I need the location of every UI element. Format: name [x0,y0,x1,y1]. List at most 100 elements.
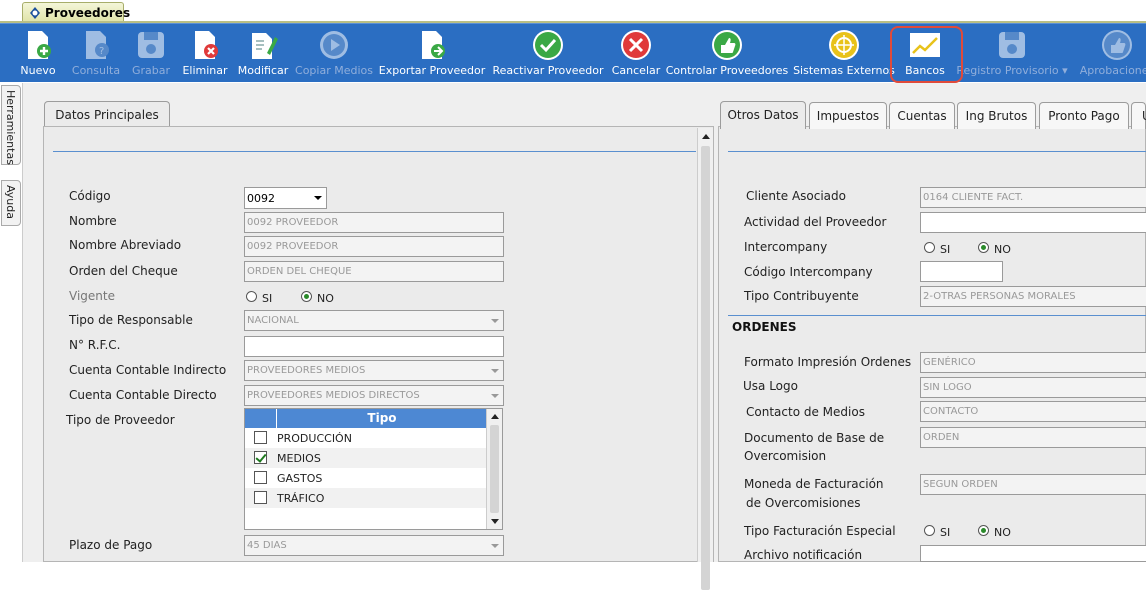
cuenta-indirecto-select[interactable]: PROVEEDORES MEDIOS [244,360,504,381]
actividad-field[interactable] [920,212,1146,233]
edit-document-icon [252,33,278,59]
tipo-contribuyente-label: Tipo Contribuyente [744,289,859,303]
rfc-field[interactable] [244,336,504,357]
tipo-facturacion-si-radio[interactable] [924,525,935,536]
tipo-responsable-label: Tipo de Responsable [69,313,193,327]
cuenta-directo-label: Cuenta Contable Directo [69,388,217,402]
exportar-proveedor-button[interactable]: Exportar Proveedor [379,24,485,82]
usa-logo-field[interactable]: SIN LOGO [920,377,1146,398]
cancelar-button[interactable]: Cancelar [612,24,660,82]
tab-pronto-pago[interactable]: Pronto Pago [1039,102,1129,129]
nombre-field[interactable]: 0092 PROVEEDOR [244,212,504,233]
tipo-row-checkbox[interactable] [254,431,267,444]
intercompany-si-label: SI [940,243,951,256]
tipo-responsable-select[interactable]: NACIONAL [244,310,504,331]
codigo-value: 0092 [247,192,275,205]
vigente-no-label: NO [317,292,334,305]
intercompany-no-radio[interactable] [978,242,989,253]
documento-base-field[interactable]: ORDEN [920,427,1146,448]
side-tab-ayuda-label: Ayuda [4,185,17,219]
tipo-contribuyente-field[interactable]: 2-OTRAS PERSONAS MORALES [920,286,1146,307]
nombre-label: Nombre [69,214,117,228]
tipo-facturacion-no-label: NO [994,526,1011,539]
left-panel-separator [53,151,696,152]
moneda-facturacion-field[interactable]: SEGUN ORDEN [920,474,1146,495]
side-tab-ayuda[interactable]: Ayuda [1,180,21,226]
cuenta-directo-dropdown-icon [491,394,499,398]
thumbs-up-icon [712,30,742,60]
codigo-select[interactable]: 0092 [244,187,327,209]
checkmark-icon [533,30,563,60]
plazo-pago-select[interactable]: 45 DIAS [244,535,504,556]
tipo-scroll-thumb[interactable] [490,425,499,513]
tab-impuestos-label: Impuestos [816,109,880,123]
thumbs-up-icon [1102,30,1132,60]
tab-overflow[interactable]: U [1131,102,1146,129]
window-tab-proveedores[interactable]: Proveedores [22,2,130,22]
cuenta-directo-select[interactable]: PROVEEDORES MEDIOS DIRECTOS [244,385,504,406]
play-icon [320,31,348,59]
contacto-medios-field[interactable]: CONTACTO [920,401,1146,422]
cuenta-indirecto-dropdown-icon [491,369,499,373]
tipo-row-checkbox[interactable] [254,471,267,484]
side-tab-herramientas[interactable]: Herramientas [1,85,21,165]
bancos-highlight [890,26,963,83]
tab-cuentas[interactable]: Cuentas [889,102,955,129]
aprobaciones-button[interactable]: Aprobaciones [1080,24,1146,82]
ordenes-separator [728,315,1146,316]
left-scroll-thumb[interactable] [701,146,710,590]
vigente-label: Vigente [69,289,115,303]
exportar-proveedor-label: Exportar Proveedor [378,64,486,77]
tipo-proveedor-label: Tipo de Proveedor [66,413,175,427]
usa-logo-label: Usa Logo [743,379,798,393]
reactivar-proveedor-button[interactable]: Reactivar Proveedor [492,24,604,82]
tab-impuestos[interactable]: Impuestos [809,102,887,129]
save-disk-icon [999,32,1025,58]
scroll-up-arrow-icon[interactable] [702,134,710,139]
tipo-facturacion-label: Tipo Facturación Especial [744,524,896,538]
tab-ing-brutos[interactable]: Ing Brutos [957,102,1036,129]
tipo-row-checkbox[interactable] [254,451,267,464]
tipo-scroll-down-icon[interactable] [491,519,499,524]
actividad-label: Actividad del Proveedor [744,215,887,229]
vigente-si-radio[interactable] [246,291,257,302]
contacto-medios-label: Contacto de Medios [746,405,865,419]
tab-pronto-pago-label: Pronto Pago [1048,109,1120,123]
copiar-medios-button[interactable]: Copiar Medios [295,24,373,82]
formato-impresion-field[interactable]: GENÉRICO [920,352,1146,373]
intercompany-si-radio[interactable] [924,242,935,253]
save-disk-icon [138,32,164,58]
tab-datos-principales[interactable]: Datos Principales [44,101,170,129]
tipo-row[interactable]: TRÁFICO [245,488,486,508]
moneda-facturacion-label-2: de Overcomisiones [746,496,861,510]
right-panel-separator [728,151,1146,152]
cuenta-indirecto-value: PROVEEDORES MEDIOS [247,365,366,376]
tipo-scroll-up-icon[interactable] [491,414,499,419]
registro-provisorio-button[interactable]: Registro Provisorio ▾ [956,24,1068,82]
tipo-grid-scrollbar[interactable] [486,409,502,529]
tipo-facturacion-no-radio[interactable] [978,525,989,536]
controlar-proveedores-button[interactable]: Controlar Proveedores [666,24,788,82]
nombre-abreviado-field[interactable]: 0092 PROVEEDOR [244,236,504,257]
new-document-icon [28,31,51,59]
tipo-grid-check-column [245,409,277,428]
archivo-notificacion-field[interactable] [920,545,1146,562]
codigo-intercompany-field[interactable] [920,261,1003,282]
cliente-asociado-field[interactable]: 0164 CLIENTE FACT. [920,187,1146,208]
orden-cheque-field[interactable]: ORDEN DEL CHEQUE [244,261,504,282]
tipo-row[interactable]: GASTOS [245,468,486,488]
vigente-no-radio[interactable] [301,291,312,302]
tipo-proveedor-grid[interactable]: Tipo PRODUCCIÓN MEDIOS GASTOS TRÁFICO [244,408,503,530]
intercompany-no-label: NO [994,243,1011,256]
plazo-pago-value: 45 DIAS [247,540,287,551]
tipo-row[interactable]: PRODUCCIÓN [245,428,486,448]
tab-otros-datos-label: Otros Datos [727,108,799,122]
toolbar: Nuevo ? Consulta Grabar Eliminar Modific… [0,23,1146,82]
tipo-row-label: PRODUCCIÓN [277,432,352,445]
plazo-pago-label: Plazo de Pago [69,538,153,552]
documento-base-label-1: Documento de Base de [744,431,885,445]
tipo-row[interactable]: MEDIOS [245,448,486,468]
tab-otros-datos[interactable]: Otros Datos [720,101,806,129]
left-panel-scrollbar[interactable] [697,128,713,590]
tipo-row-checkbox[interactable] [254,491,267,504]
